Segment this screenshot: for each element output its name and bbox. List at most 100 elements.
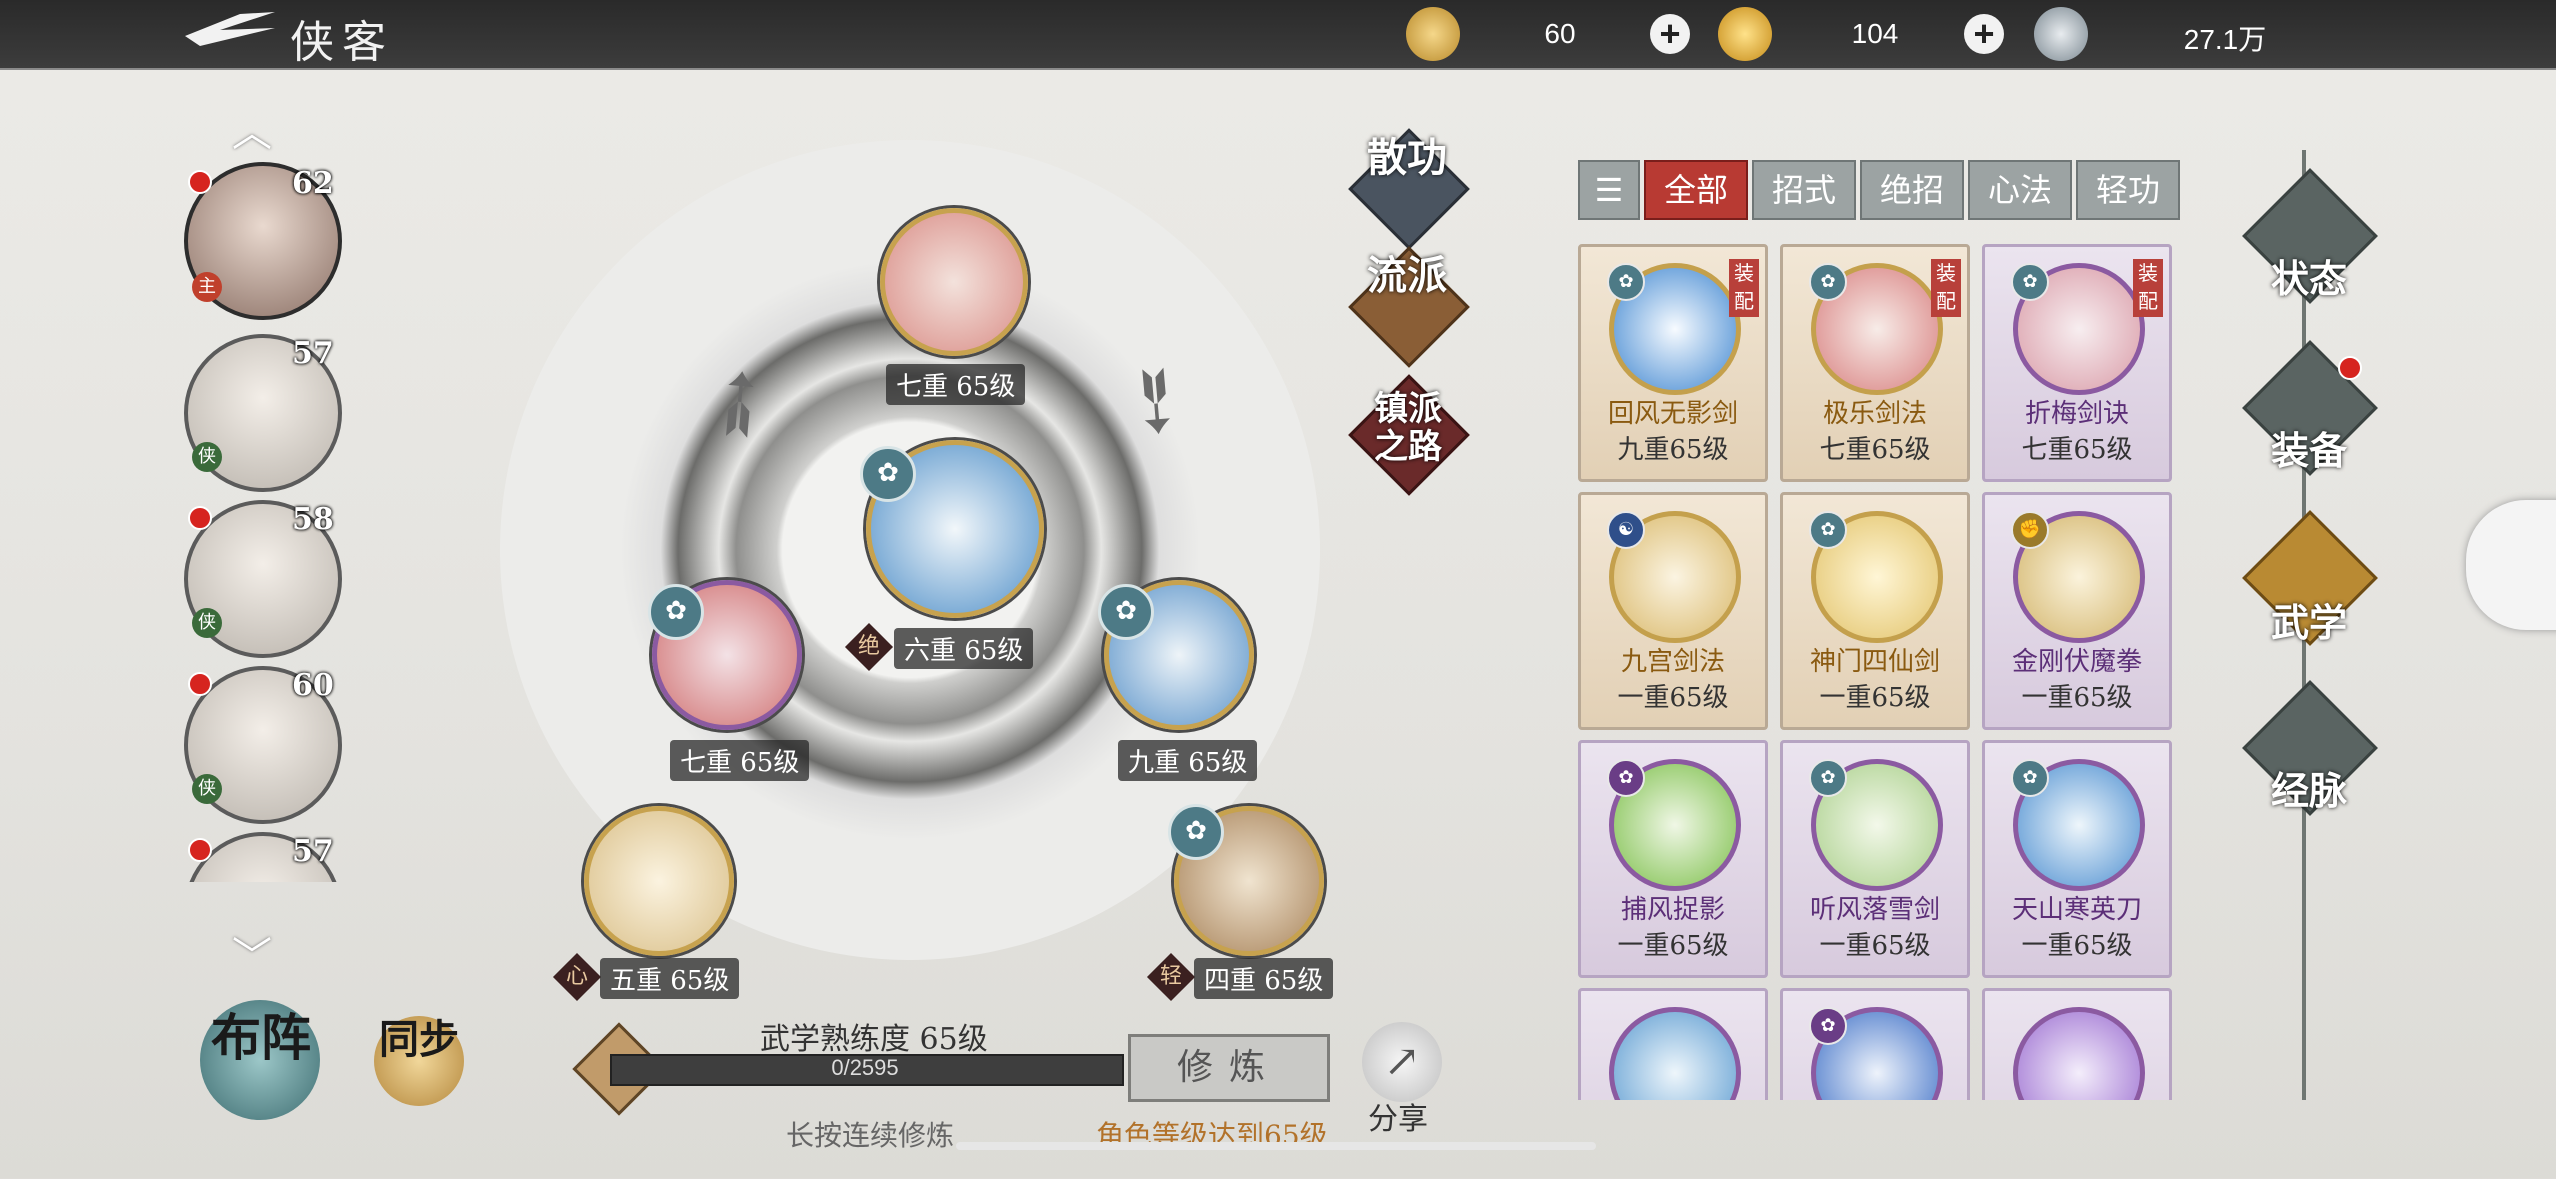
lotus-icon: ✿ — [648, 584, 704, 640]
floating-assistant-icon[interactable] — [2466, 500, 2556, 630]
companion-tag: 侠 — [192, 442, 222, 472]
character-level: 60 — [292, 668, 334, 703]
copper-coin-icon — [2034, 7, 2088, 61]
skill-level: 一重65级 — [1617, 931, 1729, 961]
skill-slot-bottom-left[interactable] — [584, 806, 734, 956]
skill-slot-level: 九重 65级 — [1118, 740, 1258, 781]
disperse-skill-label: 散功 — [1367, 134, 1447, 181]
share-icon[interactable]: ↗ — [1362, 1022, 1442, 1102]
equipped-tag: 装配 — [1931, 259, 1961, 317]
skill-name: 神门四仙剑 — [1809, 647, 1940, 677]
skill-name: 金刚伏魔拳 — [2011, 647, 2142, 677]
sync-label: 同步 — [379, 1016, 459, 1063]
character-level: 57 — [292, 336, 334, 371]
skill-card[interactable] — [1982, 988, 2172, 1100]
skill-slot-level: 六重 65级 — [894, 628, 1034, 669]
companion-tag: 侠 — [192, 774, 222, 804]
lotus-icon: ✿ — [2011, 759, 2049, 797]
gold-leaf-count: 60 — [1544, 18, 1576, 49]
school-label: 流派 — [1367, 252, 1447, 299]
skill-card[interactable]: ✿ 装配 折梅剑诀 七重65级 — [1982, 244, 2172, 482]
skill-name: 回风无影剑 — [1607, 399, 1738, 429]
skill-card[interactable] — [1578, 988, 1768, 1100]
lotus-icon: ✿ — [860, 446, 916, 502]
skill-card[interactable]: ✿ 神门四仙剑 一重65级 — [1780, 492, 1970, 730]
skill-level: 一重65级 — [1819, 683, 1931, 713]
skill-slot-level: 五重 65级 — [600, 958, 740, 999]
skill-level: 一重65级 — [1617, 683, 1729, 713]
skill-slot-top[interactable] — [880, 208, 1028, 356]
notification-dot — [188, 838, 212, 862]
companion-tag: 侠 — [192, 608, 222, 638]
scroll-down-icon[interactable]: ﹀ — [232, 924, 272, 982]
skill-card[interactable]: ✿ 捕风捉影 一重65级 — [1578, 740, 1768, 978]
equipped-tag: 装配 — [1729, 259, 1759, 317]
tab-all[interactable]: 全部 — [1644, 160, 1748, 220]
lotus-icon: ✿ — [1809, 263, 1847, 301]
lotus-icon: ✿ — [2011, 263, 2049, 301]
lotus-icon: ✿ — [1809, 511, 1847, 549]
nav-meridians-label: 经脉 — [2270, 768, 2347, 813]
notification-dot — [188, 506, 212, 530]
taiji-icon: ☯ — [1607, 511, 1645, 549]
scroll-up-icon[interactable]: ︿ — [232, 100, 272, 158]
lotus-icon: ✿ — [1607, 263, 1645, 301]
skill-card[interactable]: ✿ 听风落雪剑 一重65级 — [1780, 740, 1970, 978]
skill-level: 一重65级 — [2021, 683, 2133, 713]
lotus-icon: ✿ — [1168, 804, 1224, 860]
add-gold-leaf-button[interactable]: + — [1650, 14, 1690, 54]
nav-martial-arts-label: 武学 — [2270, 600, 2347, 645]
notification-dot — [188, 170, 212, 194]
skill-card[interactable]: ✿ 装配 回风无影剑 九重65级 — [1578, 244, 1768, 482]
skill-name: 九宫剑法 — [1620, 647, 1725, 677]
skill-card[interactable]: ☯ 九宫剑法 一重65级 — [1578, 492, 1768, 730]
skill-name: 捕风捉影 — [1620, 895, 1725, 925]
skill-level: 一重65级 — [2021, 931, 2133, 961]
skill-slot-level: 七重 65级 — [886, 364, 1026, 405]
skill-level: 九重65级 — [1617, 435, 1729, 465]
character-level: 57 — [292, 834, 334, 869]
proficiency-label: 武学熟练度 65级 — [760, 1022, 988, 1057]
fist-icon: ✊ — [2011, 511, 2049, 549]
skill-card[interactable]: ✿ — [1780, 988, 1970, 1100]
nav-equipment-label: 装备 — [2270, 428, 2347, 473]
gold-leaf-icon — [1406, 7, 1460, 61]
home-indicator — [956, 1142, 1596, 1150]
sect-path-label: 镇派之路 — [1374, 389, 1442, 467]
lightness-badge: 轻 — [1146, 952, 1196, 1002]
lotus-icon: ✿ — [1098, 584, 1154, 640]
notification-dot — [188, 672, 212, 696]
skill-level: 七重65级 — [2021, 435, 2133, 465]
skill-level: 七重65级 — [1819, 435, 1931, 465]
skill-level: 一重65级 — [1819, 931, 1931, 961]
character-level: 62 — [292, 166, 334, 201]
hold-hint: 长按连续修炼 — [786, 1119, 955, 1152]
tab-moves[interactable]: 招式 — [1752, 160, 1856, 220]
gold-ingot-icon — [1718, 7, 1772, 61]
skill-icon — [2013, 1007, 2145, 1100]
skill-card[interactable]: ✿ 天山寒英刀 一重65级 — [1982, 740, 2172, 978]
tab-lightness[interactable]: 轻功 — [2076, 160, 2180, 220]
skill-name: 天山寒英刀 — [2011, 895, 2142, 925]
skill-card[interactable]: ✊ 金刚伏魔拳 一重65级 — [1982, 492, 2172, 730]
skill-icon — [1609, 1007, 1741, 1100]
skill-grid: ✿ 装配 回风无影剑 九重65级 ✿ 装配 极乐剑法 七重65级 ✿ 装配 折梅… — [1578, 244, 2178, 1100]
skill-name: 折梅剑诀 — [2024, 399, 2129, 429]
purple-lotus-icon: ✿ — [1809, 1007, 1847, 1045]
tab-ultimates[interactable]: 绝招 — [1860, 160, 1964, 220]
tab-inner-arts[interactable]: 心法 — [1968, 160, 2072, 220]
equipped-tag: 装配 — [2133, 259, 2163, 317]
nav-status-label: 状态 — [2270, 256, 2347, 301]
back-arrow-icon[interactable] — [180, 8, 280, 58]
add-gold-ingot-button[interactable]: + — [1964, 14, 2004, 54]
progress-text: 0/2595 — [831, 1055, 899, 1080]
skill-card[interactable]: ✿ 装配 极乐剑法 七重65级 — [1780, 244, 1970, 482]
skill-slot-level: 四重 65级 — [1194, 958, 1334, 999]
main-character-tag: 主 — [192, 272, 222, 302]
skill-slot-level: 七重 65级 — [670, 740, 810, 781]
skill-name: 听风落雪剑 — [1809, 895, 1940, 925]
skill-name: 极乐剑法 — [1822, 399, 1927, 429]
list-view-icon[interactable]: ☰ — [1578, 160, 1640, 220]
lotus-icon: ✿ — [1809, 759, 1847, 797]
train-button[interactable]: 修炼 — [1128, 1034, 1330, 1102]
